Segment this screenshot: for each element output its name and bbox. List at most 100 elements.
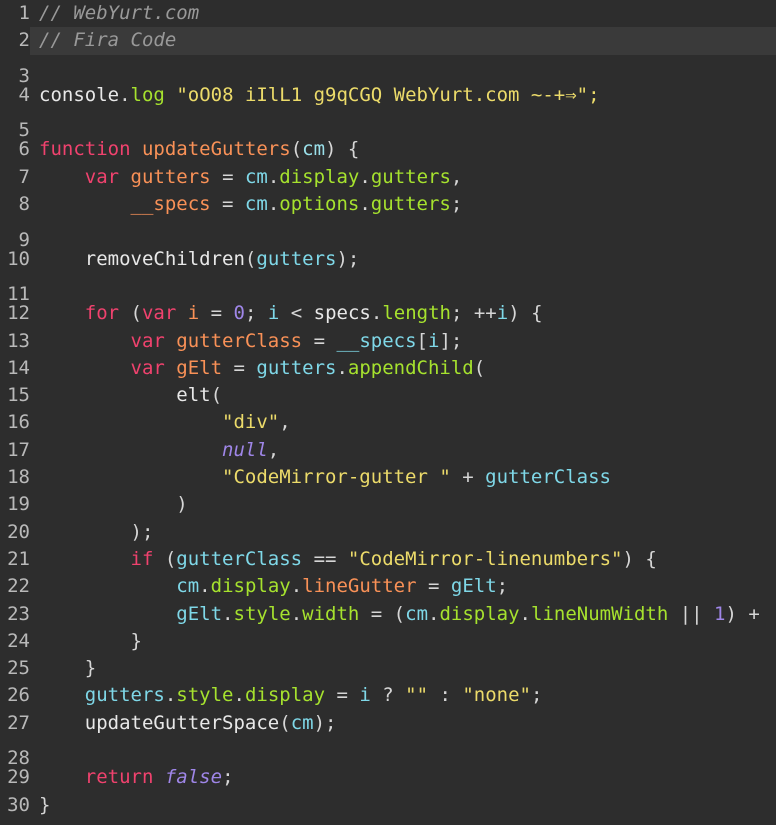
code-token: null <box>222 438 268 461</box>
code-line[interactable]: 3 <box>0 55 776 87</box>
line-number: 24 <box>7 629 30 652</box>
code-line[interactable]: 25 } <box>0 655 776 682</box>
code-token: display <box>210 575 291 598</box>
line-content[interactable]: } <box>30 628 776 655</box>
line-content[interactable]: updateGutterSpace(cm); <box>30 710 776 737</box>
code-line[interactable]: 14 var gElt = gutters.appendChild( <box>0 355 776 382</box>
line-content[interactable]: elt( <box>30 382 776 409</box>
line-content[interactable]: var gutterClass = __specs[i]; <box>30 328 776 355</box>
line-content[interactable]: console.log "oO08 iIlL1 g9qCGQ WebYurt.c… <box>30 82 776 109</box>
code-line[interactable]: 11 <box>0 273 776 305</box>
code-line[interactable]: 13 var gutterClass = __specs[i]; <box>0 328 776 355</box>
code-line[interactable]: 30} <box>0 792 776 819</box>
line-content[interactable]: // WebYurt.com <box>30 0 776 27</box>
line-content[interactable]: gElt.style.width = (cm.display.lineNumWi… <box>30 601 776 628</box>
code-token: ( <box>244 247 257 270</box>
code-line[interactable]: 17 null, <box>0 437 776 464</box>
code-token: "oO08 iIlL1 g9qCGQ WebYurt.com ~-+⇒"; <box>176 83 600 106</box>
code-token: ( <box>290 138 303 161</box>
code-line[interactable]: 27 updateGutterSpace(cm); <box>0 710 776 737</box>
code-line[interactable]: 18 "CodeMirror-gutter " + gutterClass <box>0 464 776 491</box>
code-token: ) { <box>622 547 657 570</box>
code-line[interactable]: 15 elt( <box>0 382 776 409</box>
line-content[interactable]: return false; <box>30 764 776 791</box>
code-line[interactable]: 12 for (var i = 0; i < specs.length; ++i… <box>0 300 776 327</box>
line-content[interactable]: gutters.style.display = i ? "" : "none"; <box>30 682 776 709</box>
line-content[interactable]: if (gutterClass == "CodeMirror-linenumbe… <box>30 546 776 573</box>
line-content[interactable]: removeChildren(gutters); <box>30 246 776 273</box>
code-token: ) <box>39 493 188 516</box>
code-token: + <box>450 466 486 489</box>
line-content[interactable]: for (var i = 0; i < specs.length; ++i) { <box>30 300 776 327</box>
code-line[interactable]: 23 gElt.style.width = (cm.display.lineNu… <box>0 601 776 628</box>
code-line[interactable]: 29 return false; <box>0 764 776 791</box>
code-token: [ <box>416 329 428 352</box>
line-content[interactable]: "CodeMirror-gutter " + gutterClass <box>30 464 776 491</box>
line-content[interactable]: "div", <box>30 409 776 436</box>
code-token: ; <box>450 302 474 325</box>
line-number: 30 <box>7 793 30 816</box>
line-content[interactable]: // Fira Code <box>30 27 776 55</box>
code-token: function <box>39 138 131 161</box>
line-number: 16 <box>7 411 30 434</box>
code-line[interactable]: 24 } <box>0 628 776 655</box>
code-line[interactable]: 26 gutters.style.display = i ? "" : "non… <box>0 682 776 709</box>
line-content[interactable] <box>30 55 776 82</box>
code-line[interactable]: 21 if (gutterClass == "CodeMirror-linenu… <box>0 546 776 573</box>
line-number: 29 <box>7 766 30 789</box>
line-content[interactable]: cm.display.lineGutter = gElt; <box>30 573 776 600</box>
code-token: gutters <box>130 165 211 188</box>
code-token: gutters <box>370 193 451 216</box>
line-content[interactable]: var gElt = gutters.appendChild( <box>30 355 776 382</box>
line-number: 26 <box>7 684 30 707</box>
code-line[interactable]: 20 ); <box>0 519 776 546</box>
line-number: 7 <box>18 165 30 188</box>
code-line[interactable]: 4 console.log "oO08 iIlL1 g9qCGQ WebYurt.… <box>0 82 776 109</box>
code-line[interactable]: 16 "div", <box>0 409 776 436</box>
line-number: 10 <box>7 247 30 270</box>
line-content[interactable]: __specs = cm.options.gutters; <box>30 191 776 218</box>
line-content[interactable]: ) <box>30 491 776 518</box>
code-line[interactable]: 6 function updateGutters(cm) { <box>0 136 776 163</box>
line-content[interactable]: null, <box>30 437 776 464</box>
code-editor[interactable]: 1// WebYurt.com 2// Fira Code 3 4 console.lo… <box>0 0 776 825</box>
code-token: . <box>336 356 348 379</box>
code-line[interactable]: 28 <box>0 737 776 769</box>
code-token: . <box>290 575 303 598</box>
line-content[interactable] <box>30 109 776 136</box>
code-token: ; <box>245 302 268 325</box>
line-number: 13 <box>7 329 30 352</box>
line-number: 21 <box>7 547 30 570</box>
code-token: gutters <box>256 247 337 270</box>
line-content[interactable]: } <box>30 792 776 819</box>
line-content[interactable] <box>30 218 776 245</box>
code-line[interactable]: 5 <box>0 109 776 141</box>
line-content[interactable] <box>30 273 776 300</box>
code-token: removeChildren <box>84 247 245 270</box>
code-token: display <box>244 684 326 707</box>
code-lines-container[interactable]: 1// WebYurt.com 2// Fira Code 3 4 console.lo… <box>0 0 776 819</box>
code-token: . <box>222 602 234 625</box>
code-token: var <box>130 356 165 379</box>
code-line[interactable]: 7 var gutters = cm.display.gutters, <box>0 164 776 191</box>
line-content[interactable]: function updateGutters(cm) { <box>30 136 776 163</box>
code-line[interactable]: 8 __specs = cm.options.gutters; <box>0 191 776 218</box>
code-line[interactable]: 10 removeChildren(gutters); <box>0 246 776 273</box>
code-line[interactable]: 1 // WebYurt.com <box>0 0 776 27</box>
code-line[interactable]: 22 cm.display.lineGutter = gElt; <box>0 573 776 600</box>
line-content[interactable]: ); <box>30 519 776 546</box>
code-token: ( <box>119 302 142 325</box>
code-line[interactable]: 19 ) <box>0 491 776 518</box>
code-token: ++ <box>473 302 497 325</box>
line-content[interactable]: var gutters = cm.display.gutters, <box>30 164 776 191</box>
code-token: ) <box>325 138 337 161</box>
line-content[interactable]: } <box>30 655 776 682</box>
line-content[interactable] <box>30 737 776 764</box>
code-line[interactable]: 9 <box>0 218 776 251</box>
code-line[interactable]: 2 // Fira Code <box>0 27 776 55</box>
code-token: var <box>141 302 177 325</box>
